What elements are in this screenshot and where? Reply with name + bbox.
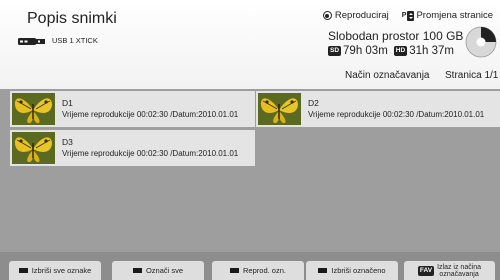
storage-source-label: USB 1 XTICK	[52, 36, 98, 45]
exit-label-line1: Izlaz iz načina	[437, 263, 482, 271]
play-marked-button[interactable]: Reprod. ozn.	[212, 261, 304, 280]
sd-badge: SD	[328, 46, 342, 56]
button-label: Označi sve	[145, 266, 184, 275]
remaining-time: SD 79h 03m HD 31h 37m	[328, 45, 454, 57]
sd-time: 79h 03m	[343, 45, 388, 57]
usb-icon	[18, 38, 45, 45]
recording-info: Vrijeme reprodukcije 00:02:30 /Datum:201…	[308, 110, 485, 119]
key-legend: Reproduciraj P Promjena stranice	[322, 10, 493, 21]
legend-play-label: Reproduciraj	[334, 10, 389, 21]
recording-thumbnail	[12, 132, 55, 164]
recording-name: D3	[62, 137, 73, 147]
hd-badge: HD	[393, 46, 408, 56]
key-color-icon	[318, 268, 328, 273]
page-up-down-icon: P	[402, 10, 415, 21]
legend-page-change-label: Promjena stranice	[416, 10, 493, 21]
marking-mode-label: Način označavanja	[345, 70, 430, 81]
recording-thumbnail	[258, 93, 301, 125]
exit-label-line2: označavanja	[439, 270, 479, 278]
page-title: Popis snimki	[27, 10, 117, 27]
fav-key-icon: FAV	[417, 265, 435, 276]
button-label: Reprod. ozn.	[243, 266, 286, 275]
recording-info: Vrijeme reprodukcije 00:02:30 /Datum:201…	[62, 110, 239, 119]
recording-item[interactable]: D2 Vrijeme reprodukcije 00:02:30 /Datum:…	[256, 91, 500, 127]
recording-name: D1	[62, 98, 73, 108]
free-space-label: Slobodan prostor 100 GB	[328, 29, 464, 43]
recording-info: Vrijeme reprodukcije 00:02:30 /Datum:201…	[62, 149, 239, 158]
recording-item[interactable]: D3 Vrijeme reprodukcije 00:02:30 /Datum:…	[10, 130, 255, 166]
button-label: Izbriši označeno	[331, 266, 386, 275]
recording-thumbnail	[12, 93, 55, 125]
recordings-list: D1 Vrijeme reprodukcije 00:02:30 /Datum:…	[0, 89, 500, 252]
clear-all-marks-button[interactable]: Izbriši sve oznake	[9, 261, 101, 280]
key-color-icon	[230, 268, 240, 273]
recording-item[interactable]: D1 Vrijeme reprodukcije 00:02:30 /Datum:…	[10, 91, 255, 127]
recording-name: D2	[308, 98, 319, 108]
mark-all-button[interactable]: Označi sve	[112, 261, 204, 280]
delete-marked-button[interactable]: Izbriši označeno	[306, 261, 398, 280]
ok-button-icon	[322, 11, 332, 20]
exit-marking-mode-button[interactable]: FAV Izlaz iz načina označavanja	[404, 261, 495, 280]
page-indicator: Stranica 1/1	[445, 70, 499, 81]
disk-usage-icon	[465, 26, 497, 58]
footer-bar: Izbriši sve oznake Označi sve Reprod. oz…	[0, 252, 500, 280]
header: Popis snimki USB 1 XTICK Reproduciraj P …	[0, 0, 500, 89]
button-label: Izbriši sve oznake	[31, 266, 92, 275]
key-color-icon	[132, 268, 142, 273]
hd-time: 31h 37m	[409, 45, 454, 57]
recordings-screen: Popis snimki USB 1 XTICK Reproduciraj P …	[0, 0, 500, 280]
key-color-icon	[18, 268, 28, 273]
